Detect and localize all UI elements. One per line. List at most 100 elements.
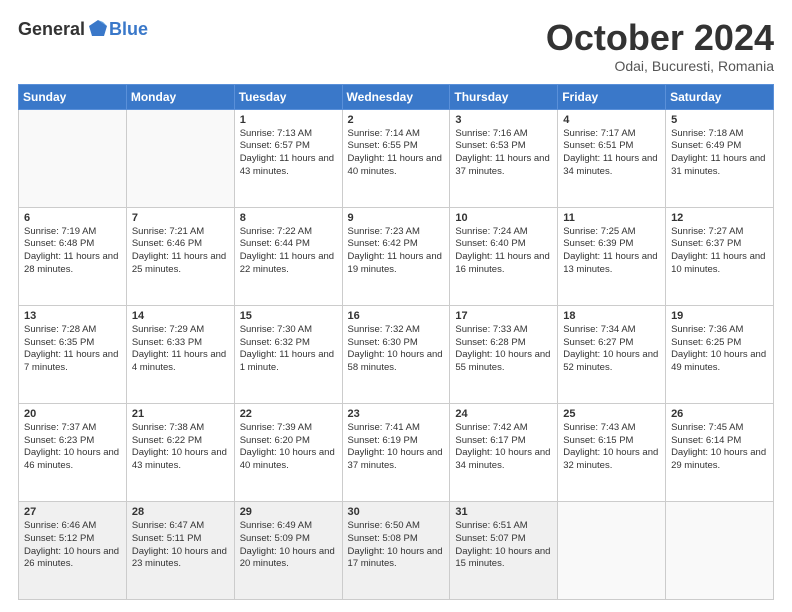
day-cell: 3Sunrise: 7:16 AM Sunset: 6:53 PM Daylig… bbox=[450, 109, 558, 207]
day-info: Sunrise: 7:19 AM Sunset: 6:48 PM Dayligh… bbox=[24, 226, 121, 277]
day-number: 13 bbox=[24, 310, 121, 322]
day-cell: 7 Sunrise: 7:21 AM Sunset: 6:46 PM Daylig… bbox=[126, 207, 234, 305]
day-number: 14 bbox=[132, 310, 229, 322]
logo-blue: Blue bbox=[109, 19, 148, 40]
day-info: Sunrise: 7:29 AM Sunset: 6:33 PM Dayligh… bbox=[132, 324, 229, 375]
day-cell: 28 Sunrise: 6:47 AM Sunset: 5:11 PM Dayli… bbox=[126, 501, 234, 599]
day-cell: 11 Sunrise: 7:25 AM Sunset: 6:39 PM Dayli… bbox=[558, 207, 666, 305]
day-cell: 10Sunrise: 7:24 AM Sunset: 6:40 PM Dayli… bbox=[450, 207, 558, 305]
day-number: 26 bbox=[671, 408, 768, 420]
weekday-header-row: SundayMondayTuesdayWednesdayThursdayFrid… bbox=[19, 84, 774, 109]
day-number: 10 bbox=[455, 212, 552, 224]
day-cell: 6 Sunrise: 7:19 AM Sunset: 6:48 PM Daylig… bbox=[19, 207, 127, 305]
day-info: Sunrise: 7:42 AM Sunset: 6:17 PM Dayligh… bbox=[455, 422, 552, 473]
day-info: Sunrise: 6:50 AM Sunset: 5:08 PM Dayligh… bbox=[348, 520, 445, 571]
day-cell: 12Sunrise: 7:27 AM Sunset: 6:37 PM Dayli… bbox=[666, 207, 774, 305]
weekday-header-friday: Friday bbox=[558, 84, 666, 109]
day-number: 31 bbox=[455, 506, 552, 518]
day-cell bbox=[19, 109, 127, 207]
day-number: 2 bbox=[348, 114, 445, 126]
day-cell: 23 Sunrise: 7:41 AM Sunset: 6:19 PM Dayli… bbox=[342, 403, 450, 501]
day-number: 1 bbox=[240, 114, 337, 126]
day-cell: 26 Sunrise: 7:45 AM Sunset: 6:14 PM Dayli… bbox=[666, 403, 774, 501]
day-info: Sunrise: 7:38 AM Sunset: 6:22 PM Dayligh… bbox=[132, 422, 229, 473]
day-cell: 21 Sunrise: 7:38 AM Sunset: 6:22 PM Dayli… bbox=[126, 403, 234, 501]
title-area: October 2024 Odai, Bucuresti, Romania bbox=[546, 18, 774, 74]
logo-area: General Blue bbox=[18, 18, 148, 40]
day-number: 28 bbox=[132, 506, 229, 518]
header: General Blue October 2024 Odai, Bucurest… bbox=[18, 18, 774, 74]
day-cell: 13 Sunrise: 7:28 AM Sunset: 6:35 PM Dayli… bbox=[19, 305, 127, 403]
day-cell bbox=[558, 501, 666, 599]
logo-general: General bbox=[18, 19, 85, 40]
day-info: Sunrise: 7:13 AM Sunset: 6:57 PM Dayligh… bbox=[240, 128, 337, 179]
week-row-2: 6 Sunrise: 7:19 AM Sunset: 6:48 PM Daylig… bbox=[19, 207, 774, 305]
day-info: Sunrise: 7:21 AM Sunset: 6:46 PM Dayligh… bbox=[132, 226, 229, 277]
week-row-3: 13 Sunrise: 7:28 AM Sunset: 6:35 PM Dayli… bbox=[19, 305, 774, 403]
week-row-1: 1 Sunrise: 7:13 AM Sunset: 6:57 PM Daylig… bbox=[19, 109, 774, 207]
day-number: 20 bbox=[24, 408, 121, 420]
day-info: Sunrise: 7:22 AM Sunset: 6:44 PM Dayligh… bbox=[240, 226, 337, 277]
day-number: 11 bbox=[563, 212, 660, 224]
day-info: Sunrise: 7:27 AM Sunset: 6:37 PM Dayligh… bbox=[671, 226, 768, 277]
day-number: 23 bbox=[348, 408, 445, 420]
day-info: Sunrise: 6:51 AM Sunset: 5:07 PM Dayligh… bbox=[455, 520, 552, 571]
day-number: 29 bbox=[240, 506, 337, 518]
day-info: Sunrise: 7:37 AM Sunset: 6:23 PM Dayligh… bbox=[24, 422, 121, 473]
day-number: 17 bbox=[455, 310, 552, 322]
day-info: Sunrise: 7:25 AM Sunset: 6:39 PM Dayligh… bbox=[563, 226, 660, 277]
day-cell: 29 Sunrise: 6:49 AM Sunset: 5:09 PM Dayli… bbox=[234, 501, 342, 599]
day-number: 21 bbox=[132, 408, 229, 420]
day-cell bbox=[666, 501, 774, 599]
day-info: Sunrise: 7:32 AM Sunset: 6:30 PM Dayligh… bbox=[348, 324, 445, 375]
day-info: Sunrise: 7:17 AM Sunset: 6:51 PM Dayligh… bbox=[563, 128, 660, 179]
location: Odai, Bucuresti, Romania bbox=[546, 58, 774, 74]
day-number: 30 bbox=[348, 506, 445, 518]
day-info: Sunrise: 7:43 AM Sunset: 6:15 PM Dayligh… bbox=[563, 422, 660, 473]
day-cell: 9Sunrise: 7:23 AM Sunset: 6:42 PM Daylig… bbox=[342, 207, 450, 305]
day-info: Sunrise: 7:23 AM Sunset: 6:42 PM Dayligh… bbox=[348, 226, 445, 277]
day-info: Sunrise: 7:18 AM Sunset: 6:49 PM Dayligh… bbox=[671, 128, 768, 179]
day-number: 19 bbox=[671, 310, 768, 322]
day-cell: 20 Sunrise: 7:37 AM Sunset: 6:23 PM Dayli… bbox=[19, 403, 127, 501]
day-cell: 1 Sunrise: 7:13 AM Sunset: 6:57 PM Daylig… bbox=[234, 109, 342, 207]
weekday-header-thursday: Thursday bbox=[450, 84, 558, 109]
day-info: Sunrise: 6:46 AM Sunset: 5:12 PM Dayligh… bbox=[24, 520, 121, 571]
day-number: 25 bbox=[563, 408, 660, 420]
day-number: 24 bbox=[455, 408, 552, 420]
day-number: 16 bbox=[348, 310, 445, 322]
day-cell bbox=[126, 109, 234, 207]
day-cell: 31 Sunrise: 6:51 AM Sunset: 5:07 PM Dayli… bbox=[450, 501, 558, 599]
day-info: Sunrise: 7:28 AM Sunset: 6:35 PM Dayligh… bbox=[24, 324, 121, 375]
day-cell: 16 Sunrise: 7:32 AM Sunset: 6:30 PM Dayli… bbox=[342, 305, 450, 403]
weekday-header-tuesday: Tuesday bbox=[234, 84, 342, 109]
logo: General Blue bbox=[18, 18, 148, 40]
day-info: Sunrise: 7:41 AM Sunset: 6:19 PM Dayligh… bbox=[348, 422, 445, 473]
day-cell: 15Sunrise: 7:30 AM Sunset: 6:32 PM Dayli… bbox=[234, 305, 342, 403]
day-number: 6 bbox=[24, 212, 121, 224]
day-cell: 17Sunrise: 7:33 AM Sunset: 6:28 PM Dayli… bbox=[450, 305, 558, 403]
day-cell: 24 Sunrise: 7:42 AM Sunset: 6:17 PM Dayli… bbox=[450, 403, 558, 501]
day-cell: 18Sunrise: 7:34 AM Sunset: 6:27 PM Dayli… bbox=[558, 305, 666, 403]
day-number: 8 bbox=[240, 212, 337, 224]
weekday-header-sunday: Sunday bbox=[19, 84, 127, 109]
day-cell: 30 Sunrise: 6:50 AM Sunset: 5:08 PM Dayli… bbox=[342, 501, 450, 599]
day-info: Sunrise: 7:14 AM Sunset: 6:55 PM Dayligh… bbox=[348, 128, 445, 179]
day-number: 5 bbox=[671, 114, 768, 126]
page: General Blue October 2024 Odai, Bucurest… bbox=[0, 0, 792, 612]
day-number: 15 bbox=[240, 310, 337, 322]
day-info: Sunrise: 7:45 AM Sunset: 6:14 PM Dayligh… bbox=[671, 422, 768, 473]
logo-icon bbox=[87, 18, 109, 40]
day-cell: 4Sunrise: 7:17 AM Sunset: 6:51 PM Daylig… bbox=[558, 109, 666, 207]
weekday-header-wednesday: Wednesday bbox=[342, 84, 450, 109]
month-title: October 2024 bbox=[546, 18, 774, 58]
day-number: 22 bbox=[240, 408, 337, 420]
day-number: 7 bbox=[132, 212, 229, 224]
day-info: Sunrise: 7:34 AM Sunset: 6:27 PM Dayligh… bbox=[563, 324, 660, 375]
day-info: Sunrise: 6:49 AM Sunset: 5:09 PM Dayligh… bbox=[240, 520, 337, 571]
day-info: Sunrise: 6:47 AM Sunset: 5:11 PM Dayligh… bbox=[132, 520, 229, 571]
day-info: Sunrise: 7:16 AM Sunset: 6:53 PM Dayligh… bbox=[455, 128, 552, 179]
day-cell: 2 Sunrise: 7:14 AM Sunset: 6:55 PM Daylig… bbox=[342, 109, 450, 207]
day-cell: 22Sunrise: 7:39 AM Sunset: 6:20 PM Dayli… bbox=[234, 403, 342, 501]
week-row-4: 20 Sunrise: 7:37 AM Sunset: 6:23 PM Dayli… bbox=[19, 403, 774, 501]
